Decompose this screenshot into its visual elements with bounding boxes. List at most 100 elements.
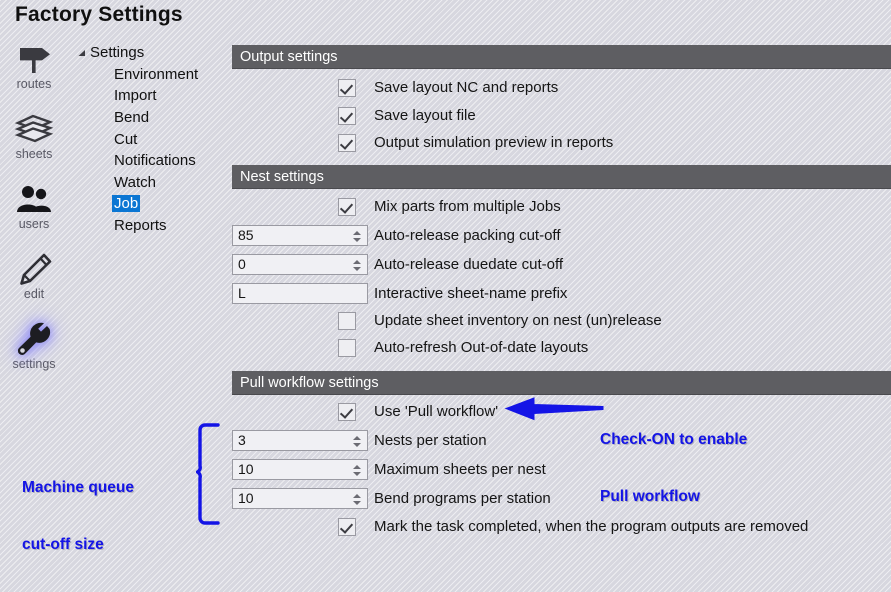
tree-item-job[interactable]: Job	[74, 193, 200, 215]
row-label: Output simulation preview in reports	[374, 134, 614, 151]
rail-item-users[interactable]: users	[0, 180, 68, 242]
row-sheet-name-prefix: L Interactive sheet-name prefix	[232, 279, 891, 308]
rail-label: edit	[23, 287, 45, 301]
settings-tree: Settings Environment Import Bend Cut Not…	[74, 42, 200, 236]
checkbox-save-layout-file[interactable]	[338, 106, 356, 125]
tree-item-settings-root[interactable]: Settings	[74, 42, 200, 64]
row-label: Interactive sheet-name prefix	[374, 285, 568, 302]
section-header-nest-settings: Nest settings	[232, 165, 891, 189]
spinner-stepper-icon[interactable]	[352, 227, 362, 246]
rail-label: users	[18, 217, 50, 231]
checkbox-auto-refresh-layouts-wrap[interactable]	[232, 338, 374, 357]
stacked-sheets-icon	[14, 110, 54, 148]
spinner-stepper-icon[interactable]	[352, 432, 362, 451]
spinner-value: 85	[238, 227, 254, 243]
annotation-left-line1: Machine queue	[22, 479, 134, 496]
row-mix-parts: Mix parts from multiple Jobs	[232, 192, 891, 221]
rail-label: settings	[12, 357, 56, 371]
pencil-icon	[14, 250, 54, 288]
spinner-stepper-icon[interactable]	[352, 490, 362, 509]
checkbox-save-layout-nc[interactable]	[338, 78, 356, 97]
section-header-pull-workflow-settings: Pull workflow settings	[232, 371, 891, 395]
checkbox-update-sheet-inventory-wrap[interactable]	[232, 311, 374, 330]
spinner-auto-release-packing[interactable]: 85	[232, 225, 368, 246]
tree-item-label: Job	[112, 195, 141, 213]
tree-item-bend[interactable]: Bend	[74, 107, 200, 129]
ctrl-col: 10	[232, 459, 374, 480]
icon-rail: routes sheets users edit settings	[0, 40, 68, 390]
row-auto-refresh-layouts: Auto-refresh Out-of-date layouts	[232, 333, 891, 362]
input-value: L	[238, 285, 246, 301]
spinner-bend-programs-per-station[interactable]: 10	[232, 488, 368, 509]
checkbox-auto-refresh-layouts[interactable]	[338, 338, 356, 357]
ctrl-col: 85	[232, 225, 374, 246]
checkbox-use-pull-workflow[interactable]	[338, 402, 356, 421]
row-label: Nests per station	[374, 432, 487, 449]
ctrl-col: L	[232, 283, 374, 304]
row-output-simulation-preview: Output simulation preview in reports	[232, 128, 891, 157]
tree-item-environment[interactable]: Environment	[74, 64, 200, 86]
checkbox-mix-parts-wrap[interactable]	[232, 197, 374, 216]
tree-item-watch[interactable]: Watch	[74, 172, 200, 194]
rail-item-routes[interactable]: routes	[0, 40, 68, 102]
checkbox-save-layout-file-wrap[interactable]	[232, 106, 374, 125]
section-title: Nest settings	[240, 169, 324, 185]
checkbox-output-simulation-preview[interactable]	[338, 133, 356, 152]
signpost-icon	[14, 40, 54, 78]
spinner-value: 0	[238, 256, 246, 272]
spinner-auto-release-duedate[interactable]: 0	[232, 254, 368, 275]
tree-item-notifications[interactable]: Notifications	[74, 150, 200, 172]
spinner-nests-per-station[interactable]: 3	[232, 430, 368, 451]
row-label: Bend programs per station	[374, 490, 551, 507]
tree-item-reports[interactable]: Reports	[74, 215, 200, 237]
row-maximum-sheets-per-nest: 10 Maximum sheets per nest	[232, 455, 891, 484]
row-bend-programs-per-station: 10 Bend programs per station	[232, 484, 891, 513]
row-update-sheet-inventory: Update sheet inventory on nest (un)relea…	[232, 306, 891, 335]
section-title: Output settings	[240, 49, 338, 65]
row-label: Use 'Pull workflow'	[374, 403, 499, 420]
sheet-name-prefix-input[interactable]: L	[232, 283, 368, 304]
spinner-value: 10	[238, 490, 254, 506]
expanded-caret-icon[interactable]	[74, 48, 88, 57]
checkbox-update-sheet-inventory[interactable]	[338, 311, 356, 330]
annotation-left-note: Machine queue cut-off size	[22, 440, 134, 592]
row-auto-release-packing: 85 Auto-release packing cut-off	[232, 221, 891, 250]
row-label: Auto-refresh Out-of-date layouts	[374, 339, 589, 356]
tree-item-label: Watch	[114, 173, 156, 191]
row-label: Update sheet inventory on nest (un)relea…	[374, 312, 662, 329]
tree-item-label: Reports	[114, 217, 167, 235]
row-auto-release-duedate: 0 Auto-release duedate cut-off	[232, 250, 891, 279]
checkbox-save-layout-nc-wrap[interactable]	[232, 78, 374, 97]
tree-item-label: Environment	[114, 65, 199, 83]
rail-item-settings[interactable]: settings	[0, 320, 68, 382]
row-save-layout-file: Save layout file	[232, 101, 891, 130]
checkbox-output-simulation-preview-wrap[interactable]	[232, 133, 374, 152]
section-title: Pull workflow settings	[240, 375, 379, 391]
checkbox-mark-task-completed-wrap[interactable]	[232, 517, 374, 536]
curly-brace-annotation	[195, 422, 222, 531]
rail-item-sheets[interactable]: sheets	[0, 110, 68, 172]
users-icon	[14, 180, 54, 218]
spinner-stepper-icon[interactable]	[352, 256, 362, 275]
spinner-value: 3	[238, 432, 246, 448]
tree-item-import[interactable]: Import	[74, 85, 200, 107]
section-header-output-settings: Output settings	[232, 45, 891, 69]
ctrl-col: 10	[232, 488, 374, 509]
rail-item-edit[interactable]: edit	[0, 250, 68, 312]
wrench-icon	[14, 320, 54, 358]
ctrl-col: 0	[232, 254, 374, 275]
spinner-stepper-icon[interactable]	[352, 461, 362, 480]
checkbox-mark-task-completed[interactable]	[338, 517, 356, 536]
row-label: Maximum sheets per nest	[374, 461, 546, 478]
rail-label: sheets	[15, 147, 53, 161]
tree-item-cut[interactable]: Cut	[74, 128, 200, 150]
tree-item-label: Settings	[90, 44, 145, 62]
checkbox-use-pull-workflow-wrap[interactable]	[232, 402, 374, 421]
tree-item-label: Cut	[114, 130, 138, 148]
spinner-maximum-sheets-per-nest[interactable]: 10	[232, 459, 368, 480]
annotation-left-line2: cut-off size	[22, 536, 104, 553]
page-title: Factory Settings	[15, 3, 183, 26]
row-nests-per-station: 3 Nests per station	[232, 426, 891, 455]
row-mark-task-completed: Mark the task completed, when the progra…	[232, 512, 891, 541]
checkbox-mix-parts[interactable]	[338, 197, 356, 216]
